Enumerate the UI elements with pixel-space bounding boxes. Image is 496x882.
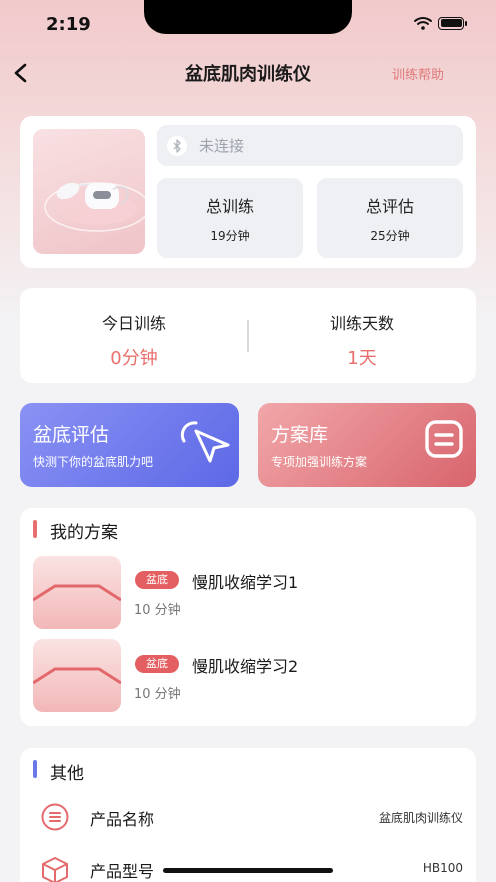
package-box-icon xyxy=(42,857,68,882)
back-button[interactable] xyxy=(10,58,34,88)
status-time: 2:19 xyxy=(46,14,91,35)
list-circle-icon xyxy=(41,803,69,831)
bluetooth-icon xyxy=(167,135,187,156)
plan-duration: 10 分钟 xyxy=(134,603,181,618)
status-icons xyxy=(414,16,467,30)
stat-label: 总训练 xyxy=(205,197,254,216)
back-arrow-icon xyxy=(14,63,27,83)
library-subtitle: 专项加强训练方案 xyxy=(271,455,368,469)
plan-tag: 盆底 xyxy=(135,655,179,673)
other-title: 其他 xyxy=(50,764,84,784)
training-days-label: 训练天数 xyxy=(329,314,394,333)
evaluation-subtitle: 快测下你的盆底肌力吧 xyxy=(33,455,154,469)
plan-library-card[interactable]: 方案库 专项加强训练方案 xyxy=(258,403,476,487)
training-days-value: 1天 xyxy=(347,348,377,369)
stat-value: 19分钟 xyxy=(210,229,250,243)
my-plans-title: 我的方案 xyxy=(50,523,118,543)
trainer-device-illustration xyxy=(44,182,145,232)
cursor-click-icon xyxy=(180,421,230,463)
list-box-icon xyxy=(425,420,463,458)
wifi-icon xyxy=(414,17,432,30)
today-training-label: 今日训练 xyxy=(101,314,166,333)
section-accent-bar xyxy=(33,520,37,538)
training-help-link[interactable]: 训练帮助 xyxy=(392,64,444,83)
section-accent-bar xyxy=(33,760,37,778)
evaluation-title: 盆底评估 xyxy=(33,424,110,446)
plan-name[interactable]: 慢肌收缩学习2 xyxy=(192,653,298,677)
plan-thumbnail[interactable] xyxy=(33,556,121,629)
product-name-value: 盆底肌肉训练仪 xyxy=(378,811,463,825)
stat-label: 总评估 xyxy=(365,197,414,216)
today-training-value: 0分钟 xyxy=(110,348,158,369)
today-training: 今日训练 0分钟 xyxy=(20,288,248,383)
plan-tag: 盆底 xyxy=(135,571,179,589)
plan-name[interactable]: 慢肌收缩学习1 xyxy=(192,569,298,593)
battery-icon xyxy=(438,16,467,30)
home-indicator xyxy=(163,868,333,873)
stat-value: 25分钟 xyxy=(370,229,410,243)
divider xyxy=(247,320,249,352)
total-training-stat: 总训练 19分钟 xyxy=(157,178,303,258)
bluetooth-connection-button[interactable]: 未连接 xyxy=(157,125,463,166)
product-model-label: 产品型号 xyxy=(90,862,155,881)
pelvic-evaluation-card[interactable]: 盆底评估 快测下你的盆底肌力吧 xyxy=(20,403,239,487)
plan-duration: 10 分钟 xyxy=(134,687,181,702)
total-evaluation-stat: 总评估 25分钟 xyxy=(317,178,463,258)
library-title: 方案库 xyxy=(271,424,329,446)
training-days: 训练天数 1天 xyxy=(248,288,476,383)
device-notch xyxy=(144,0,352,34)
product-name-label: 产品名称 xyxy=(90,810,155,829)
device-image xyxy=(33,129,145,254)
connection-status-text: 未连接 xyxy=(199,137,245,155)
plan-thumbnail[interactable] xyxy=(33,639,121,712)
